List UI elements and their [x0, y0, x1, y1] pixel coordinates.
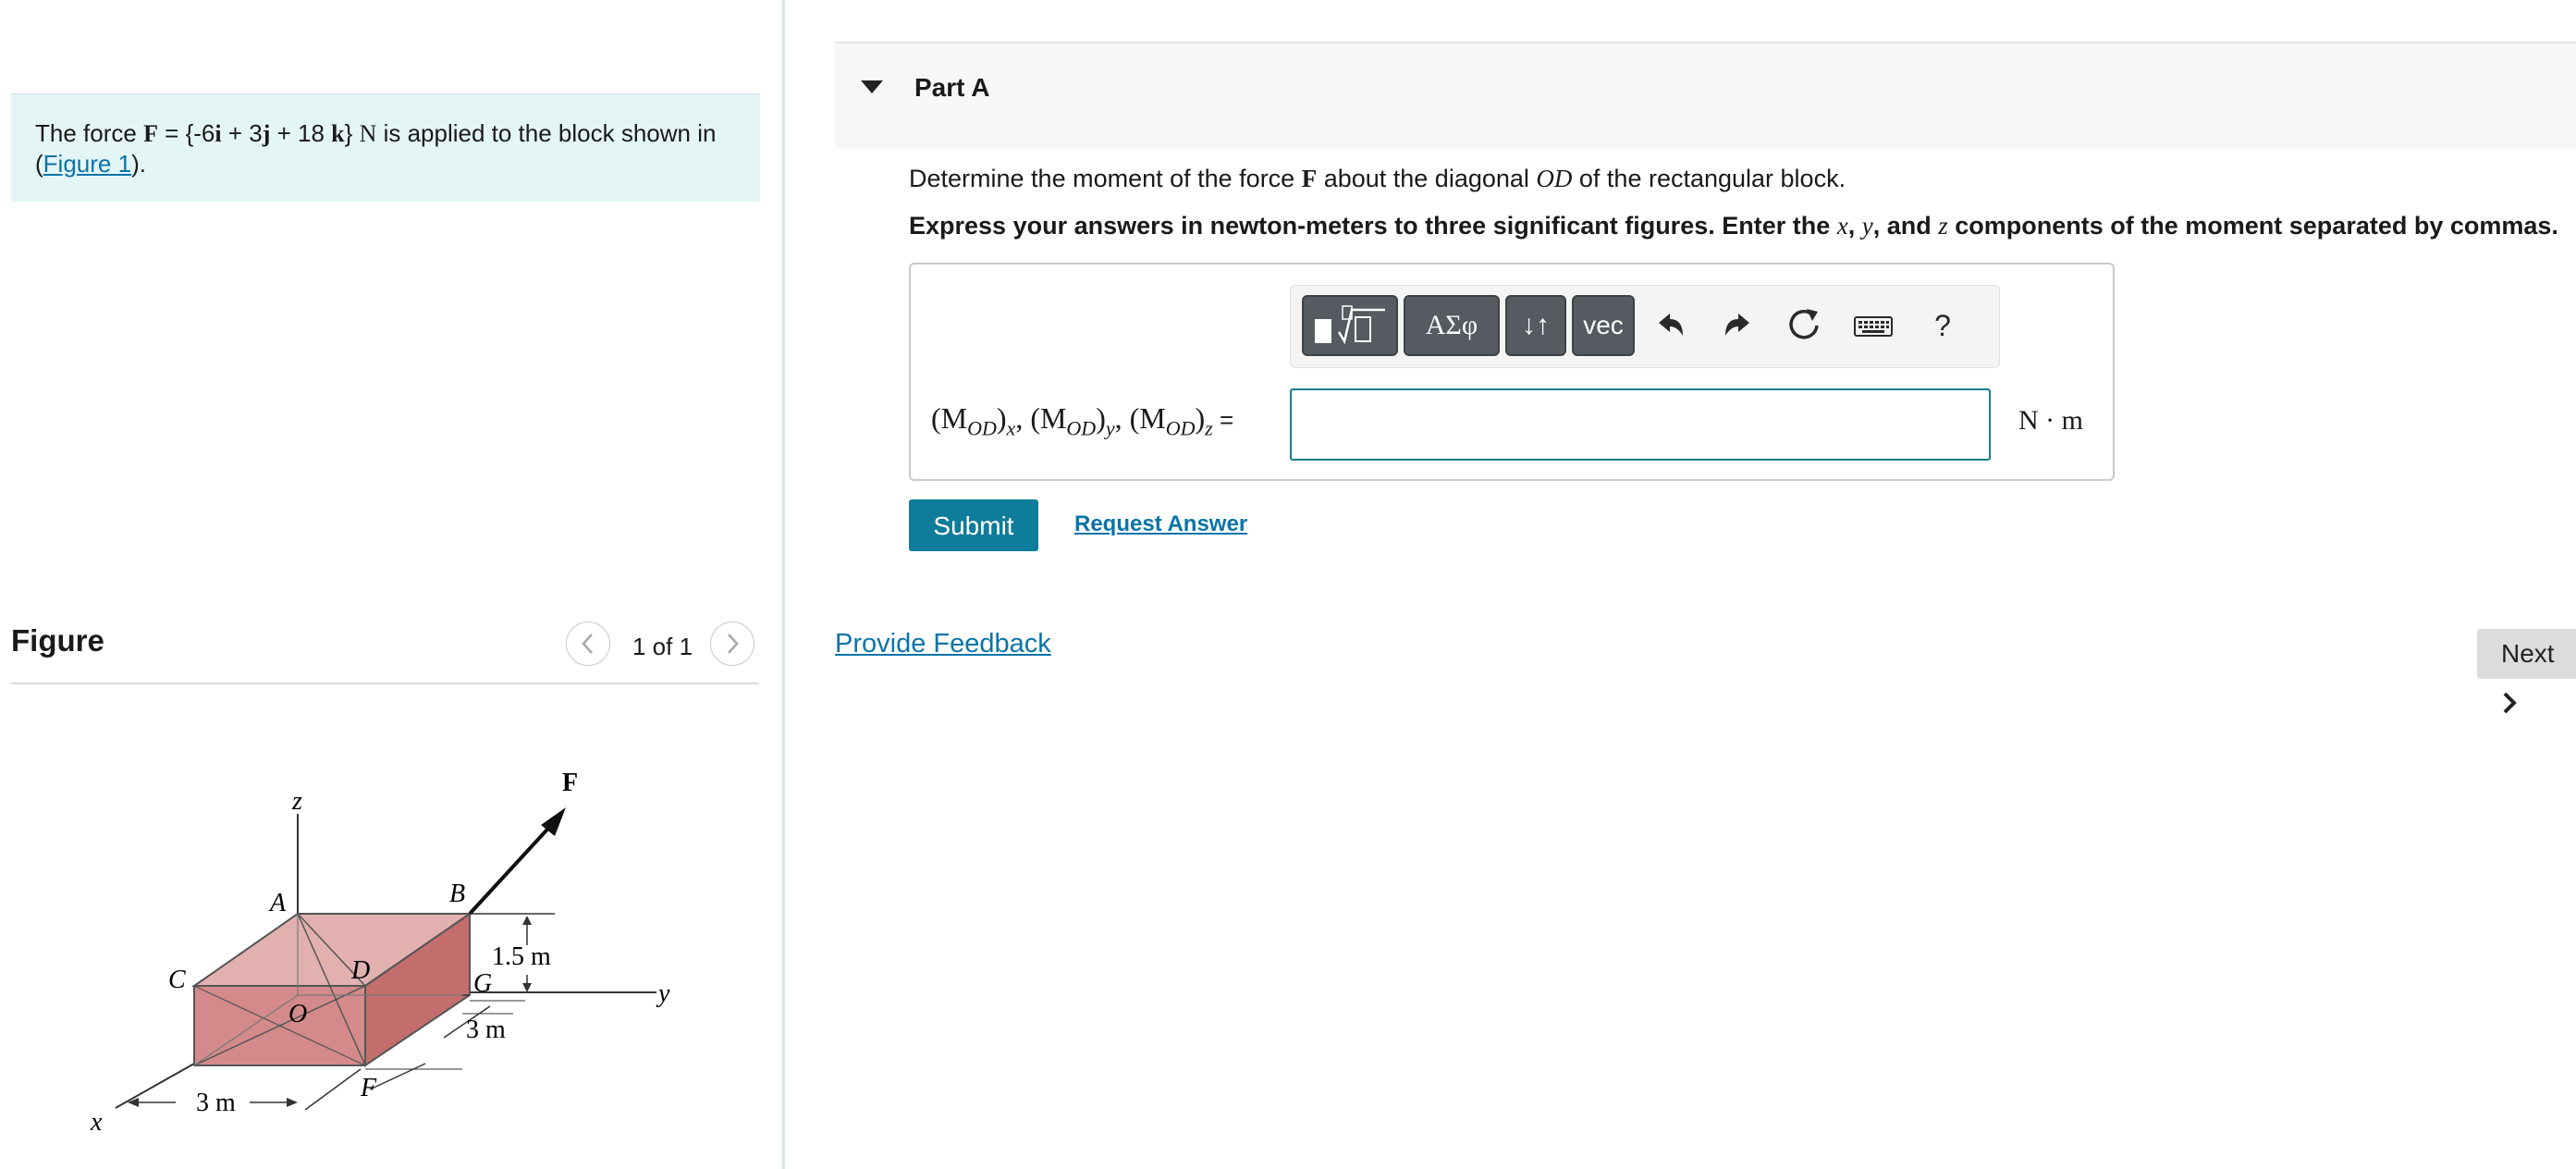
caret-down-icon[interactable]	[861, 80, 883, 93]
problem-statement: The force F = {-6i + 3j + 18 k} N is app…	[11, 93, 760, 202]
lhs-z: z	[1205, 416, 1213, 440]
lhs-open-2: , (M	[1015, 401, 1067, 435]
undo-icon	[1659, 314, 1683, 336]
answer-box: ΑΣφ ↓↑ vec ? (MOD)x, (MOD)y, (MOD)z = N …	[909, 263, 2115, 481]
label-corner-c: C	[168, 966, 186, 994]
arrows-button[interactable]: ↓↑	[1505, 295, 1566, 356]
label-force: F	[562, 769, 578, 797]
math-toolbar: ΑΣφ ↓↑ vec ?	[1290, 285, 2000, 368]
figure-title: Figure	[11, 623, 104, 658]
label-y-axis: y	[656, 979, 670, 1008]
unit-vector-i: i	[215, 120, 222, 147]
reset-button[interactable]	[1781, 301, 1827, 351]
answer-input[interactable]	[1290, 388, 1991, 461]
answer-pane: Part A Determine the moment of the force…	[785, 0, 2576, 1169]
reset-icon	[1789, 309, 1819, 339]
instruction-comma-1: ,	[1847, 212, 1862, 240]
previous-figure-button[interactable]	[566, 621, 610, 666]
vector-button[interactable]: vec	[1572, 295, 1635, 356]
instruction-z: z	[1938, 212, 1948, 240]
lhs-sub-3: OD	[1165, 416, 1196, 440]
problem-text-brace: }	[344, 119, 360, 147]
label-z-axis: z	[291, 787, 302, 816]
part-header[interactable]: Part A	[835, 42, 2576, 149]
instruction-part-2: components of the moment separated by co…	[1947, 212, 2558, 240]
lhs-x: x	[1006, 416, 1016, 440]
problem-text-end: ).	[131, 150, 146, 178]
keyboard-button[interactable]	[1847, 301, 1899, 351]
question-diagonal: OD	[1536, 165, 1573, 192]
chevron-right-icon	[2503, 692, 2517, 714]
instruction-y: y	[1861, 212, 1873, 240]
submit-button[interactable]: Submit	[909, 499, 1038, 551]
label-height: 1.5 m	[492, 942, 551, 971]
label-x-axis: x	[90, 1108, 103, 1137]
label-corner-b: B	[449, 880, 465, 908]
lhs-y: y	[1105, 416, 1115, 440]
provide-feedback-link[interactable]: Provide Feedback	[835, 629, 1051, 659]
request-answer-link[interactable]: Request Answer	[1074, 511, 1247, 537]
lhs-sub-2: OD	[1066, 416, 1097, 440]
lhs-open-1: (M	[931, 401, 968, 435]
label-corner-d: D	[350, 956, 370, 985]
question-text: Determine the moment of the force F abou…	[909, 165, 1846, 193]
answer-label: (MOD)x, (MOD)y, (MOD)z =	[931, 401, 1234, 440]
figure-header: Figure 1 of 1	[11, 618, 758, 684]
force-arrow	[468, 819, 557, 916]
label-corner-g: G	[473, 969, 492, 998]
problem-text-prefix: The force	[35, 119, 144, 147]
answer-unit: N · m	[2018, 405, 2083, 436]
templates-icon	[1315, 305, 1385, 345]
instruction-and: , and	[1872, 212, 1939, 240]
next-label: Next	[2501, 639, 2555, 668]
undo-button[interactable]	[1646, 301, 1692, 351]
problem-text-plus18: + 18	[270, 119, 332, 147]
greek-symbols-button[interactable]: ΑΣφ	[1404, 295, 1500, 356]
lhs-open-3: , (M	[1114, 401, 1166, 435]
figure-page-counter: 1 of 1	[632, 633, 693, 660]
problem-text-equals: = {-6	[157, 119, 215, 147]
question-suffix: of the rectangular block.	[1572, 165, 1846, 192]
chevron-right-icon	[728, 634, 739, 654]
unit-vector-k: k	[331, 120, 345, 147]
next-figure-button[interactable]	[710, 621, 754, 666]
label-origin-o: O	[288, 1000, 307, 1028]
instruction-part-1: Express your answers in newton-meters to…	[909, 212, 1837, 240]
problem-text-plus3: + 3	[221, 119, 263, 147]
part-title: Part A	[914, 73, 990, 102]
question-force: F	[1301, 165, 1318, 192]
block-figure: F z A B C D O G 1.5 m 3 m F y 3 m x	[90, 769, 670, 1137]
label-corner-a: A	[268, 889, 287, 917]
figure-link[interactable]: Figure 1	[43, 150, 131, 178]
instruction-text: Express your answers in newton-meters to…	[909, 212, 2558, 240]
unit-newton: N	[359, 120, 377, 147]
label-depth: 3 m	[466, 1015, 506, 1044]
question-prefix: Determine the moment of the force	[909, 165, 1302, 192]
label-width: 3 m	[196, 1089, 236, 1117]
redo-button[interactable]	[1716, 301, 1762, 351]
problem-pane: The force F = {-6i + 3j + 18 k} N is app…	[0, 0, 782, 1169]
chevron-left-icon	[582, 634, 593, 654]
templates-button[interactable]	[1302, 295, 1398, 356]
force-symbol: F	[143, 120, 158, 147]
question-mid: about the diagonal	[1317, 165, 1537, 192]
redo-icon	[1725, 314, 1749, 336]
help-button[interactable]: ?	[1920, 301, 1966, 351]
next-button[interactable]: Next	[2477, 629, 2576, 714]
keyboard-icon	[1854, 316, 1893, 337]
instruction-x: x	[1836, 212, 1848, 240]
label-corner-f: F	[360, 1074, 377, 1102]
lhs-equals: =	[1212, 406, 1234, 434]
lhs-sub-1: OD	[967, 416, 997, 440]
